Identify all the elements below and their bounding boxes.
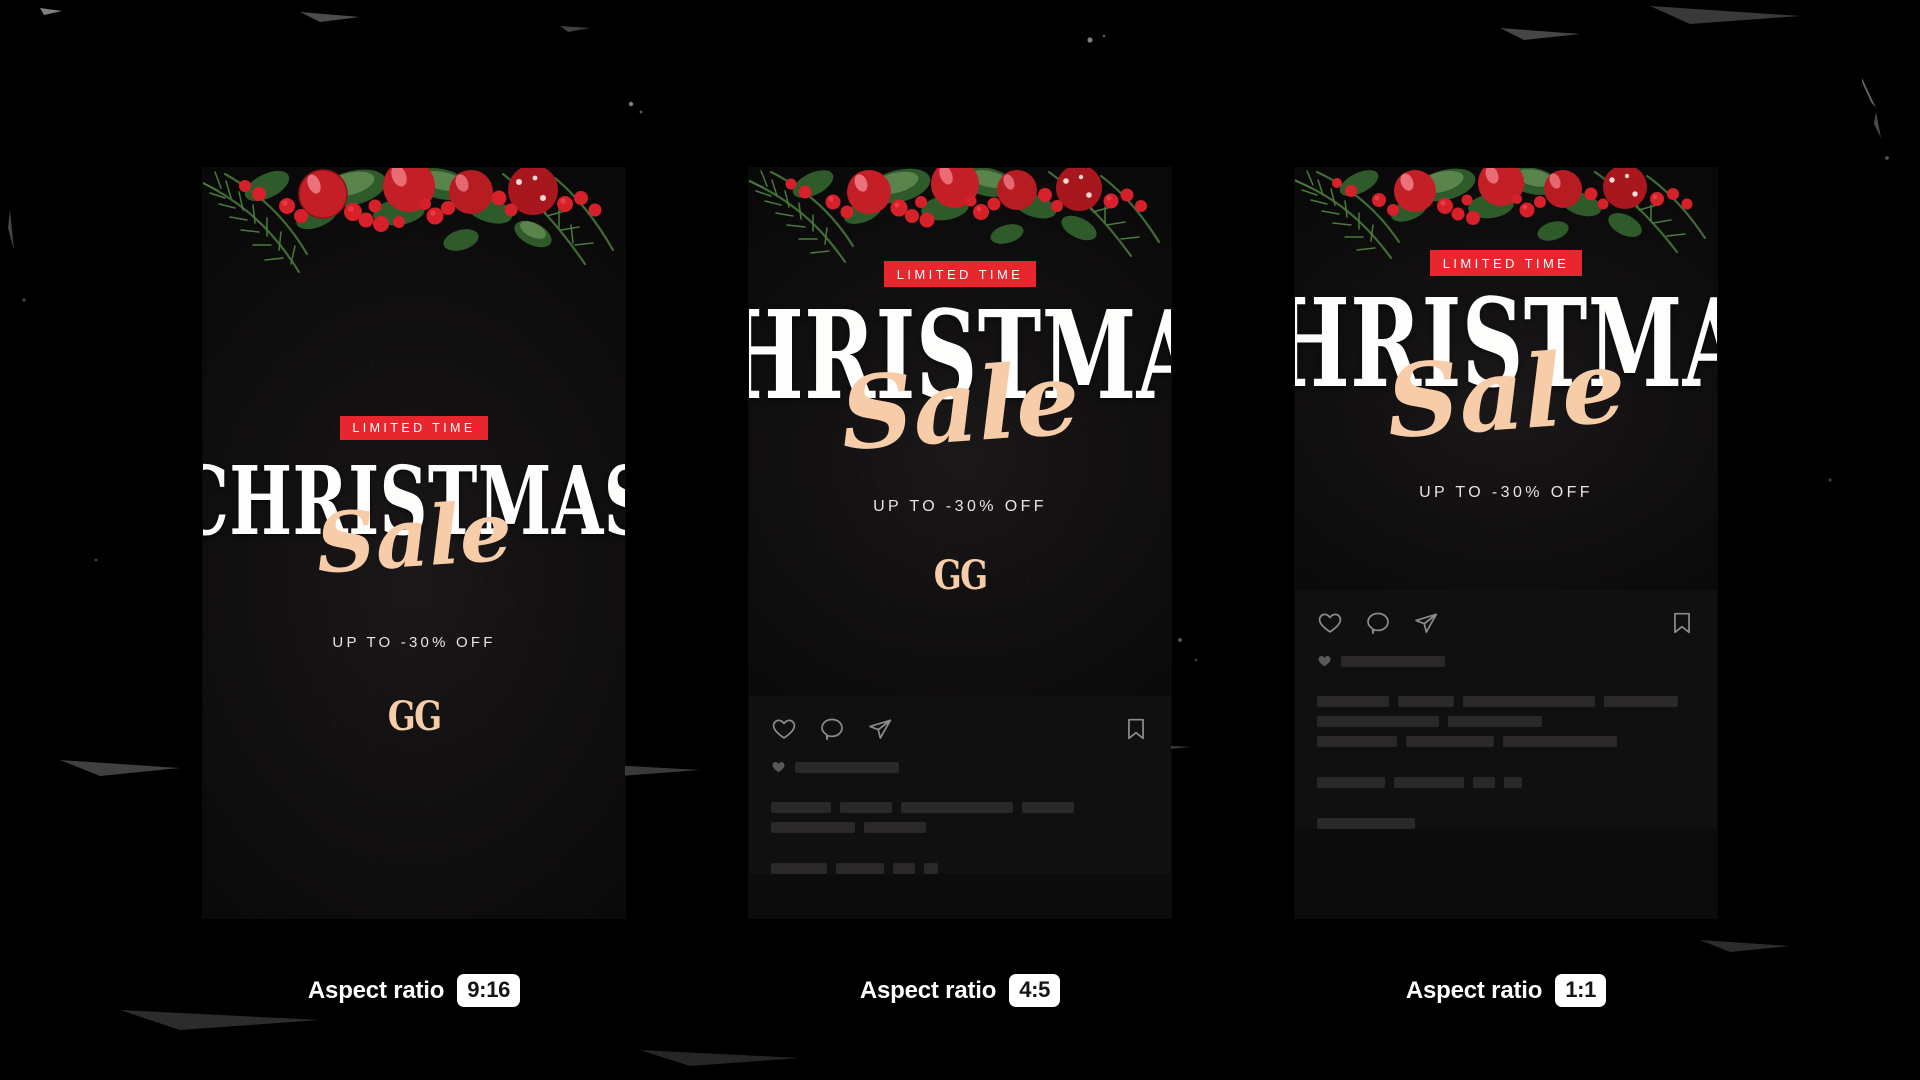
skeleton-bar <box>1398 696 1454 707</box>
post-action-row <box>1317 608 1695 638</box>
caption-skeleton-row <box>1317 716 1695 727</box>
skeleton-bar <box>1504 777 1522 788</box>
aspect-ratio-value: 9:16 <box>457 974 521 1008</box>
likes-text-skeleton <box>795 761 899 773</box>
creative-card[interactable]: LIMITED TIME CHRISTMAS Sale UP TO -30% O… <box>1295 168 1717 918</box>
skeleton-bar <box>901 802 1013 813</box>
heart-filled-icon <box>1317 654 1332 668</box>
skeleton-bar <box>864 822 926 833</box>
creative-artwork: LIMITED TIME CHRISTMAS Sale UP TO -30% O… <box>203 168 625 918</box>
brand-logo-gg: GG <box>933 551 988 599</box>
skeleton-bar <box>1604 696 1678 707</box>
skeleton-bar <box>1463 696 1595 707</box>
likes-text-skeleton <box>1341 655 1445 667</box>
skeleton-bar <box>1473 777 1495 788</box>
skeleton-bar <box>1317 777 1385 788</box>
post-action-row <box>771 714 1149 744</box>
skeleton-bar <box>1317 818 1415 829</box>
skeleton-bar <box>771 802 831 813</box>
preview-card-1-1[interactable]: LIMITED TIME CHRISTMAS Sale UP TO -30% O… <box>1295 168 1717 1008</box>
caption-skeleton-row <box>1317 736 1695 747</box>
skeleton-bar <box>893 863 915 874</box>
comment-skeleton-row <box>771 863 1149 874</box>
send-icon[interactable] <box>867 716 893 742</box>
skeleton-bar <box>1394 777 1464 788</box>
skeleton-bar <box>1448 716 1542 727</box>
liked-by-row <box>771 760 1149 774</box>
aspect-ratio-label: Aspect ratio <box>859 976 997 1004</box>
instagram-feed-preview <box>1295 590 1717 829</box>
skeleton-bar <box>771 822 855 833</box>
skeleton-bar <box>771 863 827 874</box>
creative-card[interactable]: LIMITED TIME CHRISTMAS Sale UP TO -30% O… <box>749 168 1171 918</box>
comment-icon[interactable] <box>1365 610 1391 636</box>
aspect-ratio-caption: Aspect ratio 9:16 <box>307 974 521 1008</box>
preview-card-9-16[interactable]: LIMITED TIME CHRISTMAS Sale UP TO -30% O… <box>203 168 625 1008</box>
skeleton-bar <box>836 863 884 874</box>
caption-skeleton-row <box>771 802 1149 813</box>
aspect-ratio-caption: Aspect ratio 1:1 <box>1405 974 1607 1008</box>
bookmark-icon[interactable] <box>1669 610 1695 636</box>
caption-skeleton-row <box>771 822 1149 833</box>
instagram-feed-preview <box>749 696 1171 874</box>
creative-artwork: LIMITED TIME CHRISTMAS Sale UP TO -30% O… <box>749 168 1171 696</box>
skeleton-bar <box>1317 736 1397 747</box>
heart-icon[interactable] <box>771 716 797 742</box>
aspect-ratio-label: Aspect ratio <box>1405 976 1543 1004</box>
skeleton-bar <box>924 863 938 874</box>
aspect-ratio-label: Aspect ratio <box>307 976 445 1004</box>
creative-card[interactable]: LIMITED TIME CHRISTMAS Sale UP TO -30% O… <box>203 168 625 918</box>
comment-skeleton-row <box>1317 777 1695 788</box>
limited-time-badge: LIMITED TIME <box>340 416 488 440</box>
bookmark-icon[interactable] <box>1123 716 1149 742</box>
skeleton-bar <box>1406 736 1494 747</box>
liked-by-row <box>1317 654 1695 668</box>
aspect-ratio-value: 4:5 <box>1009 974 1061 1008</box>
send-icon[interactable] <box>1413 610 1439 636</box>
discount-subline: UP TO -30% OFF <box>332 633 496 651</box>
skeleton-bar <box>840 802 892 813</box>
skeleton-bar <box>1317 696 1389 707</box>
preview-card-4-5[interactable]: LIMITED TIME CHRISTMAS Sale UP TO -30% O… <box>749 168 1171 1008</box>
timestamp-skeleton-row <box>1317 818 1695 829</box>
skeleton-bar <box>1317 716 1439 727</box>
aspect-ratio-value: 1:1 <box>1555 974 1607 1008</box>
brand-logo-gg: GG <box>387 692 442 740</box>
heart-icon[interactable] <box>1317 610 1343 636</box>
discount-subline: UP TO -30% OFF <box>1419 483 1593 501</box>
heart-filled-icon <box>771 760 786 774</box>
caption-skeleton-row <box>1317 696 1695 707</box>
skeleton-bar <box>1503 736 1617 747</box>
aspect-ratio-caption: Aspect ratio 4:5 <box>859 974 1061 1008</box>
creative-artwork: LIMITED TIME CHRISTMAS Sale UP TO -30% O… <box>1295 168 1717 590</box>
discount-subline: UP TO -30% OFF <box>873 497 1047 515</box>
preview-gallery: LIMITED TIME CHRISTMAS Sale UP TO -30% O… <box>0 0 1920 1080</box>
skeleton-bar <box>1022 802 1074 813</box>
comment-icon[interactable] <box>819 716 845 742</box>
